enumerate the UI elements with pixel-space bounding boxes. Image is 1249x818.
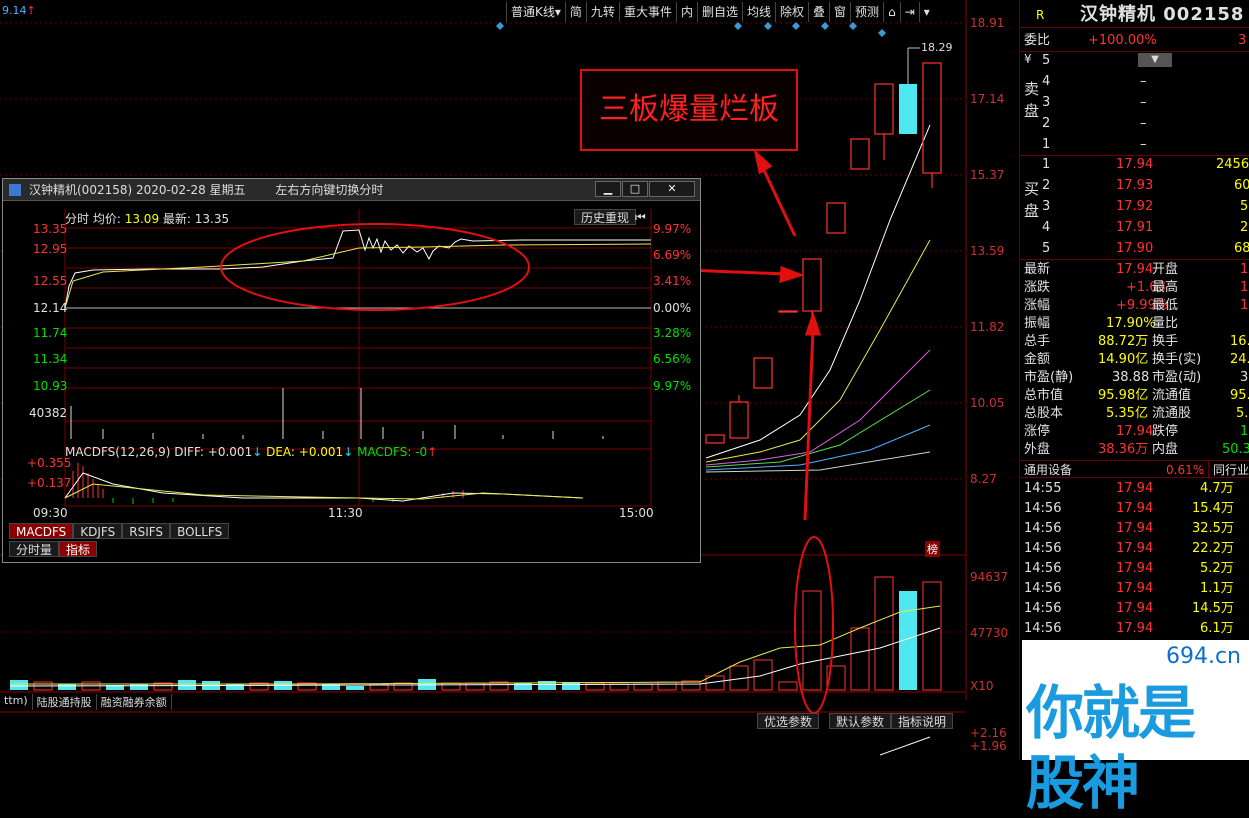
stat-row: 涨跌 +1.63 最高 1	[1024, 280, 1249, 295]
watermark-slogan: 你就是股神	[1026, 679, 1196, 817]
sell-row-4[interactable]: 4–	[1020, 73, 1249, 91]
volume-axis-label: 47730	[970, 626, 1009, 640]
indicator-axis-label: +1.96	[970, 739, 1007, 753]
sell-row-5[interactable]: 5	[1020, 52, 1249, 70]
buy-row-1[interactable]: 1 17.94 2456	[1020, 156, 1249, 174]
chart-toolbar: 普通K线▾ 简 九转 重大事件 内 删自选 均线 除权 叠 窗 预测 ⌂ ⇥ ▾	[506, 2, 934, 22]
tick-row: 14:56 17.94 22.2万	[1024, 541, 1234, 556]
top-left-price: 9.14↑	[2, 4, 36, 17]
buy-row-3[interactable]: 3 17.92 5	[1020, 198, 1249, 216]
axis-label: 11.82	[970, 320, 1005, 334]
axis-label: 17.14	[970, 92, 1005, 106]
bang-label[interactable]: 榜	[925, 541, 940, 557]
tick-row: 14:56 17.94 14.5万	[1024, 601, 1234, 616]
ex-rights-button[interactable]: 除权	[775, 2, 808, 22]
preferred-params-button[interactable]: 优选参数	[757, 713, 820, 729]
jiuzhuan-button[interactable]: 九转	[585, 2, 619, 22]
tab-ttm[interactable]: ttm)	[0, 694, 33, 710]
quote-header: R 汉钟精机 002158	[1020, 6, 1249, 28]
buy-row-4[interactable]: 4 17.91 2	[1020, 219, 1249, 237]
simple-button[interactable]: 简	[564, 2, 586, 22]
stat-row: 涨停 17.94 跌停 1	[1024, 424, 1249, 439]
annotation-ellipse	[220, 223, 530, 311]
stat-row: 涨幅 +9.99% 最低 1	[1024, 298, 1249, 313]
inner-button[interactable]: 内	[675, 2, 697, 22]
tick-row: 14:56 17.94 1.1万	[1024, 581, 1234, 596]
lock-icon[interactable]: ⌂	[883, 2, 900, 22]
stat-row: 总手 88.72万 换手 16.	[1024, 334, 1249, 349]
forecast-button[interactable]: 预测	[850, 2, 883, 22]
tick-row: 14:56 17.94 32.5万	[1024, 521, 1234, 536]
menu-dropdown-icon[interactable]: ▾	[918, 2, 934, 22]
axis-label: 15.37	[970, 168, 1005, 182]
annotation-box: 三板爆量烂板	[580, 69, 798, 151]
volume-axis-label: 94637	[970, 570, 1009, 584]
stock-name: 汉钟精机 002158	[1080, 4, 1245, 25]
axis-label: 13.59	[970, 244, 1005, 258]
axis-label: 10.05	[970, 396, 1005, 410]
overlay-button[interactable]: 叠	[808, 2, 829, 22]
moving-average-button[interactable]: 均线	[741, 2, 775, 22]
indicator-axis-label: +2.16	[970, 726, 1007, 740]
weibi-row: 委比 +100.00% 3	[1024, 33, 1247, 48]
axis-label: 8.27	[970, 472, 997, 486]
stat-row: 振幅 17.90% 量比	[1024, 316, 1179, 331]
buy-row-5[interactable]: 5 17.90 68	[1020, 240, 1249, 258]
stat-row: 金额 14.90亿 换手(实) 24.	[1024, 352, 1249, 367]
watermark: 694.cn 你就是股神	[1022, 640, 1249, 817]
jump-icon[interactable]: ⇥	[899, 2, 919, 22]
stat-row: 最新 17.94 开盘 1	[1024, 262, 1249, 277]
tab-margin[interactable]: 融资融券余额	[97, 694, 172, 710]
sector-row[interactable]: 通用设备 0.61% 同行业	[1020, 460, 1249, 479]
sell-row-1[interactable]: 1–	[1020, 136, 1249, 154]
tab-hk-connect[interactable]: 陆股通持股	[33, 694, 97, 710]
axis-label: 18.91	[970, 16, 1005, 30]
param-buttons: 优选参数 默认参数 指标说明	[757, 713, 954, 729]
indicator-help-button[interactable]: 指标说明	[891, 713, 954, 729]
buy-row-2[interactable]: 2 17.93 60	[1020, 177, 1249, 195]
remove-watchlist-button[interactable]: 删自选	[696, 2, 742, 22]
kline-type-selector[interactable]: 普通K线▾	[506, 2, 565, 22]
indicator-tabs: ttm) 陆股通持股 融资融券余额	[0, 694, 172, 710]
stat-row: 总市值95.98亿流通值95.0	[1024, 388, 1249, 403]
stat-row: 市盈(静) 38.88 市盈(动) 3	[1024, 370, 1249, 385]
window-button[interactable]: 窗	[829, 2, 850, 22]
watermark-site: 694.cn	[1165, 644, 1241, 669]
tick-row: 14:56 17.94 5.2万	[1024, 561, 1234, 576]
sell-row-2[interactable]: 2–	[1020, 115, 1249, 133]
intraday-popup: 汉钟精机(002158) 2020-02-28 星期五 左右方向键切换分时 ▁ …	[2, 178, 701, 563]
volume-scale-label: X10	[970, 679, 994, 693]
major-events-button[interactable]: 重大事件	[618, 2, 676, 22]
stat-row: 外盘 38.36万 内盘 50.3	[1024, 442, 1249, 457]
tick-row: 14:56 17.94 15.4万	[1024, 501, 1234, 516]
default-params-button[interactable]: 默认参数	[829, 713, 892, 729]
tick-row: 14:56 17.94 6.1万	[1024, 621, 1234, 636]
stat-row: 总股本5.35亿流通股5.3	[1024, 406, 1249, 421]
sell-row-3[interactable]: 3–	[1020, 94, 1249, 112]
tick-row: 14:55 17.94 4.7万	[1024, 481, 1234, 496]
high-marker: 18.29	[921, 41, 953, 54]
quote-badge: R	[1036, 8, 1045, 22]
